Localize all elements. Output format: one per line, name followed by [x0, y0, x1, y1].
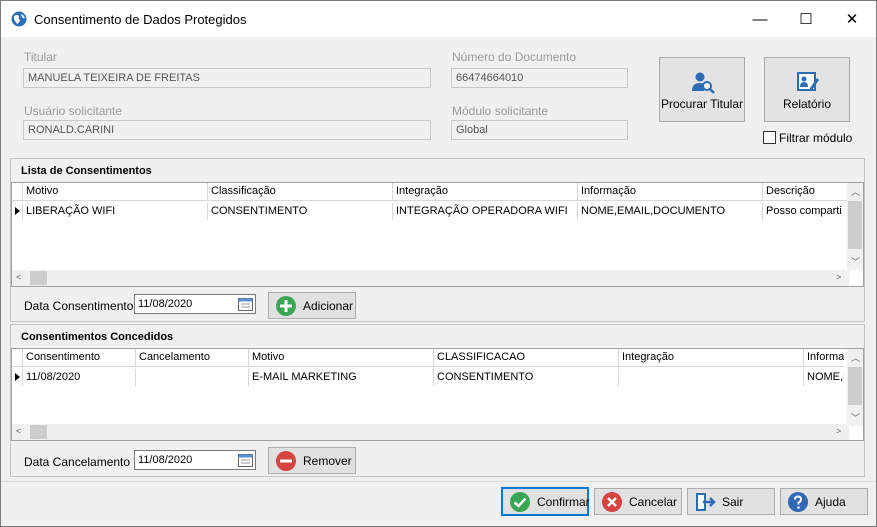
- user-search-icon: [692, 72, 715, 94]
- table-cell[interactable]: [136, 369, 249, 386]
- horizontal-scrollbar[interactable]: < >: [12, 424, 849, 440]
- remover-button[interactable]: Remover: [268, 447, 356, 474]
- table-cell[interactable]: E-MAIL MARKETING: [249, 369, 434, 386]
- calendar-icon[interactable]: [238, 297, 253, 311]
- table-cell[interactable]: NOME,EMAIL,DOCUMENTO: [578, 203, 763, 220]
- column-header[interactable]: Consentimento: [23, 349, 136, 366]
- column-header[interactable]: Motivo: [249, 349, 434, 366]
- modulo-field: Global: [451, 120, 628, 140]
- adicionar-button[interactable]: Adicionar: [268, 292, 356, 319]
- scroll-left-icon[interactable]: <: [16, 426, 21, 436]
- documento-field: 66474664010: [451, 68, 628, 88]
- scroll-up-icon[interactable]: ︿: [851, 185, 860, 198]
- procurar-titular-label: Procurar Titular: [660, 97, 744, 111]
- consentimentos-concedidos-grid[interactable]: Consentimento Cancelamento Motivo CLASSI…: [11, 348, 864, 441]
- table-cell[interactable]: CONSENTIMENTO: [434, 369, 619, 386]
- check-icon: [510, 491, 530, 512]
- column-header[interactable]: Descrição: [763, 183, 849, 200]
- row-indicator: [12, 369, 23, 386]
- grid-header: Consentimento Cancelamento Motivo CLASSI…: [12, 349, 844, 367]
- sair-button[interactable]: Sair: [687, 488, 775, 515]
- scroll-thumb[interactable]: [848, 367, 862, 405]
- minus-icon: [276, 450, 296, 471]
- scroll-thumb[interactable]: [848, 201, 862, 249]
- column-header[interactable]: Cancelamento: [136, 349, 249, 366]
- table-cell[interactable]: Posso comparti: [763, 203, 849, 220]
- procurar-titular-button[interactable]: Procurar Titular: [659, 57, 745, 122]
- ajuda-label: Ajuda: [815, 494, 846, 509]
- table-cell[interactable]: [619, 369, 804, 386]
- title-bar: Consentimento de Dados Protegidos — ☐ ✕: [1, 1, 876, 37]
- row-indicator: [12, 203, 23, 220]
- plus-icon: [276, 295, 296, 316]
- scroll-thumb[interactable]: [30, 425, 47, 439]
- minimize-button[interactable]: —: [737, 1, 783, 37]
- grid-header: Motivo Classificação Integração Informaç…: [12, 183, 849, 201]
- relatorio-button[interactable]: Relatório: [764, 57, 850, 122]
- globe-icon: [11, 11, 27, 27]
- data-consentimento-label: Data Consentimento: [24, 299, 134, 313]
- sair-label: Sair: [722, 494, 744, 509]
- scroll-down-icon[interactable]: ﹀: [851, 255, 860, 268]
- table-cell[interactable]: 11/08/2020: [23, 369, 136, 386]
- close-button[interactable]: ✕: [829, 1, 875, 37]
- table-cell[interactable]: CONSENTIMENTO: [208, 203, 393, 220]
- column-header[interactable]: Integração: [619, 349, 804, 366]
- scroll-thumb[interactable]: [30, 271, 47, 285]
- data-consentimento-input[interactable]: 11/08/2020: [134, 294, 256, 314]
- consentimentos-concedidos-title: Consentimentos Concedidos: [21, 331, 174, 343]
- data-consentimento-value: 11/08/2020: [138, 298, 193, 310]
- adicionar-label: Adicionar: [303, 298, 354, 313]
- scroll-up-icon[interactable]: ︿: [851, 351, 860, 364]
- column-header[interactable]: Integração: [393, 183, 578, 200]
- usuario-label: Usuário solicitante: [24, 104, 123, 118]
- ajuda-button[interactable]: Ajuda: [780, 488, 868, 515]
- table-cell[interactable]: LIBERAÇÃO WIFI: [23, 203, 208, 220]
- column-header[interactable]: Informação: [578, 183, 763, 200]
- scroll-left-icon[interactable]: <: [16, 272, 21, 282]
- help-icon: [788, 491, 808, 512]
- table-row[interactable]: LIBERAÇÃO WIFI CONSENTIMENTO INTEGRAÇÃO …: [12, 203, 849, 220]
- confirmar-button[interactable]: Confirmar: [501, 487, 590, 516]
- calendar-icon[interactable]: [238, 453, 253, 467]
- column-header[interactable]: Motivo: [23, 183, 208, 200]
- table-row[interactable]: 11/08/2020 E-MAIL MARKETING CONSENTIMENT…: [12, 369, 844, 386]
- data-cancelamento-label: Data Cancelamento: [24, 455, 131, 469]
- maximize-button[interactable]: ☐: [783, 1, 829, 37]
- scroll-right-icon[interactable]: >: [836, 426, 841, 436]
- horizontal-scrollbar[interactable]: < >: [12, 270, 849, 286]
- filtrar-modulo-label: Filtrar módulo: [779, 131, 853, 145]
- lista-consentimentos-title: Lista de Consentimentos: [21, 165, 152, 177]
- titular-label: Titular: [24, 50, 57, 64]
- table-cell[interactable]: INTEGRAÇÃO OPERADORA WIFI: [393, 203, 578, 220]
- column-header[interactable]: Classificação: [208, 183, 393, 200]
- scroll-down-icon[interactable]: ﹀: [851, 411, 860, 424]
- exit-door-icon: [696, 492, 716, 511]
- scroll-right-icon[interactable]: >: [836, 272, 841, 282]
- documento-label: Número do Documento: [452, 50, 577, 64]
- relatorio-label: Relatório: [782, 97, 832, 111]
- data-cancelamento-input[interactable]: 11/08/2020: [134, 450, 256, 470]
- filtrar-modulo-checkbox[interactable]: [763, 131, 776, 144]
- data-cancelamento-value: 11/08/2020: [138, 454, 193, 466]
- window-title: Consentimento de Dados Protegidos: [34, 12, 247, 27]
- column-header[interactable]: CLASSIFICACAO: [434, 349, 619, 366]
- table-cell[interactable]: NOME,E: [804, 369, 844, 386]
- remover-label: Remover: [303, 453, 352, 468]
- cancelar-button[interactable]: Cancelar: [594, 488, 682, 515]
- usuario-field: RONALD.CARINI: [23, 120, 431, 140]
- modulo-label: Módulo solicitante: [452, 104, 549, 118]
- column-header[interactable]: Informa: [804, 349, 844, 366]
- titular-field: MANUELA TEIXEIRA DE FREITAS: [23, 68, 431, 88]
- dialog-window: Consentimento de Dados Protegidos — ☐ ✕ …: [0, 0, 877, 527]
- confirmar-label: Confirmar: [537, 494, 590, 509]
- report-icon: [797, 72, 819, 91]
- cancelar-label: Cancelar: [629, 494, 678, 509]
- vertical-scrollbar[interactable]: ︿ ﹀: [847, 183, 863, 270]
- cancel-icon: [602, 491, 622, 512]
- lista-consentimentos-grid[interactable]: Motivo Classificação Integração Informaç…: [11, 182, 864, 287]
- vertical-scrollbar[interactable]: ︿ ﹀: [847, 349, 863, 426]
